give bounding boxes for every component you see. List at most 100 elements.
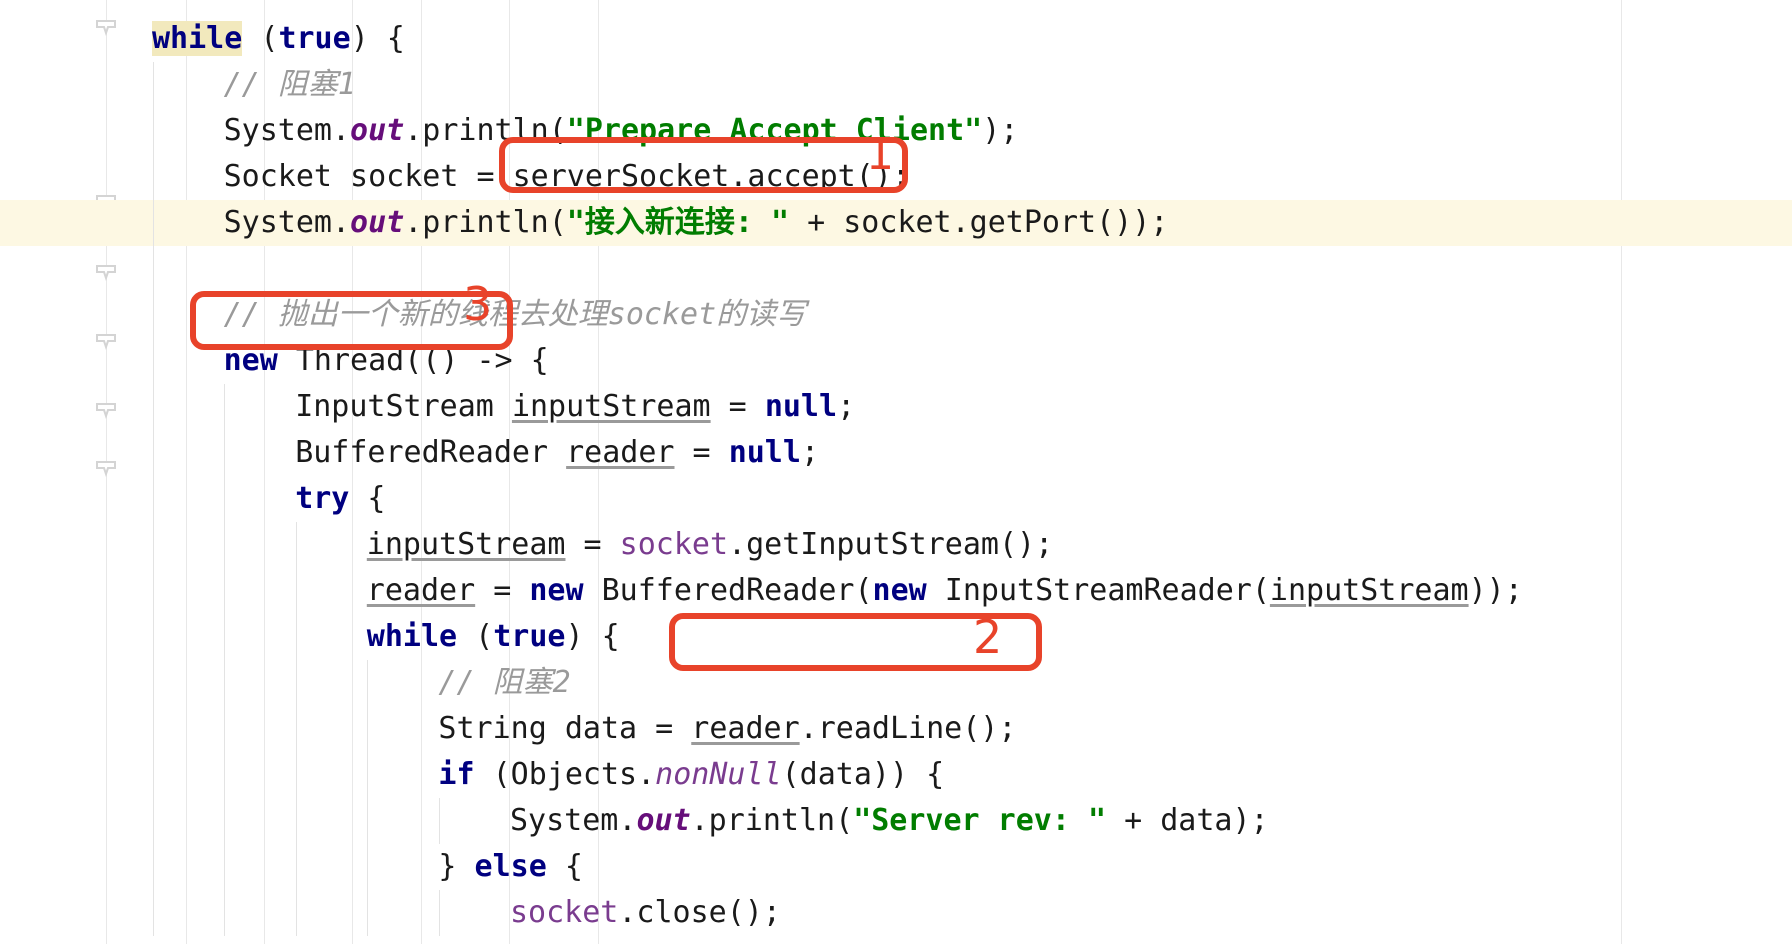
code-line[interactable] (0, 246, 1792, 292)
code-token: + data); (1106, 803, 1269, 838)
code-line[interactable]: String data = reader.readLine(); (0, 706, 1792, 752)
code-line[interactable]: try { (0, 476, 1792, 522)
code-token: new (223, 343, 278, 378)
code-token: InputStream (295, 389, 512, 424)
indent-guide (295, 522, 297, 568)
indent-guide (152, 706, 154, 752)
code-token: System. (223, 113, 351, 148)
code-line[interactable]: Socket socket = serverSocket.accept(); (0, 154, 1792, 200)
indent-guide (152, 798, 154, 844)
code-line[interactable]: System.out.println("Server rev: " + data… (0, 798, 1792, 844)
indent-guide (295, 568, 297, 614)
code-line[interactable]: InputStream inputStream = null; (0, 384, 1792, 430)
code-token: true (493, 619, 566, 654)
code-token: nonNull (655, 757, 782, 792)
indent-guide (152, 108, 154, 154)
code-line-text: Socket socket = serverSocket.accept(); (224, 159, 910, 194)
code-token: ( (242, 21, 279, 56)
code-token: Socket socket = serverSocket.accept(); (223, 159, 910, 194)
code-token: "Server rev: " (853, 803, 1107, 838)
code-line-text: try { (295, 481, 385, 516)
code-token: new (529, 573, 584, 608)
code-token: out (350, 113, 405, 148)
code-line[interactable]: if (Objects.nonNull(data)) { (0, 752, 1792, 798)
code-token: if (438, 757, 475, 792)
code-token: inputStream (1269, 573, 1469, 608)
indent-guide (295, 752, 297, 798)
code-line-text: System.out.println("接入新连接: " + socket.ge… (224, 205, 1169, 240)
indent-guide (295, 890, 297, 936)
code-line[interactable]: // 阻塞2 (0, 660, 1792, 706)
code-line[interactable]: } else { (0, 844, 1792, 890)
code-token: while (366, 619, 458, 654)
code-token: ; (800, 435, 819, 470)
indent-guide (152, 844, 154, 890)
code-token: null (764, 389, 838, 424)
code-line[interactable]: socket.close(); (0, 890, 1792, 936)
indent-guide (295, 798, 297, 844)
code-token: System. (223, 205, 351, 240)
code-token: = (565, 527, 620, 562)
code-token: .readLine(); (799, 711, 1017, 746)
code-token: // 抛出一个新的线程去处理socket的读写 (223, 297, 807, 332)
indent-guide (152, 430, 154, 476)
indent-guide (295, 660, 297, 706)
code-line-text: System.out.println("Server rev: " + data… (510, 803, 1269, 838)
code-line[interactable]: while (true) { (0, 614, 1792, 660)
code-line-text: // 阻塞2 (438, 665, 570, 700)
indent-guide (152, 384, 154, 430)
code-line[interactable]: // 阻塞1 (0, 62, 1792, 108)
indent-guide (224, 430, 226, 476)
code-token: ) { (350, 21, 405, 56)
code-token: .println( (690, 803, 854, 838)
code-token: System. (510, 803, 637, 838)
code-token: String data = (438, 711, 692, 746)
indent-guide (152, 568, 154, 614)
indent-guide (224, 798, 226, 844)
indent-guide (295, 844, 297, 890)
code-line-text: if (Objects.nonNull(data)) { (438, 757, 944, 792)
code-line-text: socket.close(); (510, 895, 781, 930)
indent-guide (224, 706, 226, 752)
code-token: = (475, 573, 530, 608)
code-token: true (278, 21, 351, 56)
code-token: .println( (404, 113, 567, 148)
code-line[interactable]: reader = new BufferedReader(new InputStr… (0, 568, 1792, 614)
code-token: // 阻塞2 (438, 665, 571, 700)
code-token: new (872, 573, 927, 608)
code-token: InputStreamReader( (926, 573, 1270, 608)
code-line-text: // 抛出一个新的线程去处理socket的读写 (224, 297, 807, 332)
code-token: socket (510, 895, 619, 930)
indent-guide (224, 476, 226, 522)
code-line[interactable]: while (true) { (0, 16, 1792, 62)
indent-guide (367, 844, 369, 890)
code-line[interactable]: BufferedReader reader = null; (0, 430, 1792, 476)
code-token: reader (366, 573, 476, 608)
indent-guide (224, 614, 226, 660)
indent-guide (152, 200, 154, 246)
code-editor[interactable]: while (true) {// 阻塞1 System.out.println("… (0, 0, 1792, 944)
code-token: = (710, 389, 765, 424)
code-line[interactable]: new Thread(() -> { (0, 338, 1792, 384)
code-token: )); (1468, 573, 1523, 608)
indent-guide (367, 660, 369, 706)
indent-guide (367, 706, 369, 752)
indent-guide (152, 660, 154, 706)
code-token: BufferedReader (295, 435, 567, 470)
code-line-text: reader = new BufferedReader(new InputStr… (367, 573, 1523, 608)
code-token: try (295, 481, 350, 516)
code-surface[interactable]: while (true) {// 阻塞1 System.out.println("… (0, 0, 1792, 944)
code-token: out (350, 205, 405, 240)
code-line-text: String data = reader.readLine(); (438, 711, 1016, 746)
code-line[interactable]: System.out.println("接入新连接: " + socket.ge… (0, 200, 1792, 246)
code-line-text: new Thread(() -> { (224, 343, 549, 378)
code-token: { (546, 849, 583, 884)
code-line-text: // 阻塞1 (224, 67, 356, 102)
indent-guide (367, 752, 369, 798)
code-line[interactable]: inputStream = socket.getInputStream(); (0, 522, 1792, 568)
code-token: // 阻塞1 (223, 67, 356, 102)
code-line[interactable]: System.out.println("Prepare Accept Clien… (0, 108, 1792, 154)
indent-guide (152, 154, 154, 200)
code-line[interactable]: // 抛出一个新的线程去处理socket的读写 (0, 292, 1792, 338)
code-token: socket (619, 527, 729, 562)
